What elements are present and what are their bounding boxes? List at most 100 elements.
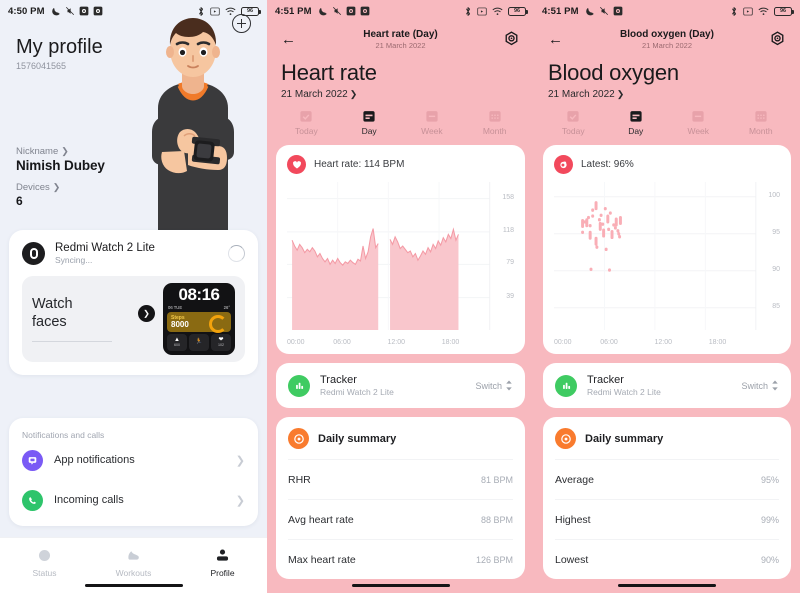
nickname-block[interactable]: Nickname ❯ Nimish Dubey (16, 146, 105, 173)
table-row: Highest 99% (555, 499, 779, 539)
app-icon (79, 6, 89, 16)
segment-month[interactable]: Month (463, 109, 526, 136)
summary-value: 99% (760, 514, 779, 525)
table-row: Average 95% (555, 459, 779, 499)
switch-tracker-button[interactable]: Switch (475, 380, 513, 391)
chevron-updown-icon (506, 380, 512, 391)
tab-workouts[interactable]: Workouts (89, 547, 178, 584)
chevron-right-icon: ❯ (235, 494, 245, 507)
back-arrow-icon[interactable]: ← (281, 32, 296, 47)
chevron-right-icon[interactable]: ❯ (138, 304, 155, 322)
tab-status[interactable]: Status (0, 547, 89, 584)
watch-preview-calories-value: 600 (174, 343, 180, 348)
tracker-title: Tracker (320, 374, 357, 386)
tab-workouts-label: Workouts (115, 568, 152, 578)
sim-icon (743, 7, 753, 16)
heart-icon (287, 155, 306, 174)
watch-faces-card[interactable]: Watch faces ❯ 08:16 06 TUE 26° Steps 800… (22, 276, 245, 362)
list-item[interactable]: Incoming calls ❯ (22, 480, 245, 520)
heart-rate-chart[interactable]: 39 79 118 158 00:00 06:00 12:00 18:00 (287, 182, 514, 346)
watch-faces-title-1: Watch (32, 296, 73, 313)
moon-icon (51, 6, 61, 16)
page-title: Blood oxygen (548, 60, 679, 85)
chevron-right-icon: ❯ (235, 454, 245, 467)
segment-today[interactable]: Today (275, 109, 338, 136)
y-axis-tick: 79 (506, 259, 514, 267)
gear-icon[interactable] (769, 30, 786, 48)
status-bar-left: 4:51 PM (275, 6, 370, 17)
battery-indicator: 96 (508, 6, 528, 16)
back-arrow-icon[interactable]: ← (548, 32, 563, 47)
gear-icon[interactable] (503, 30, 520, 48)
profile-meta: Nickname ❯ Nimish Dubey Devices ❯ 6 (16, 146, 105, 217)
device-status: Syncing... (55, 255, 93, 265)
tab-status-label: Status (32, 568, 57, 578)
tracker-text: Tracker Redmi Watch 2 Lite (320, 374, 394, 397)
device-row[interactable]: Redmi Watch 2 Lite Syncing... (22, 242, 245, 265)
list-item[interactable]: App notifications ❯ (22, 440, 245, 480)
daily-summary-card: Daily summary Average 95% Highest 99% Lo… (543, 417, 791, 579)
watch-preview-date: 06 TUE (168, 305, 183, 311)
chevron-right-icon: ❯ (52, 182, 61, 192)
tracker-text: Tracker Redmi Watch 2 Lite (587, 374, 661, 397)
mute-icon (599, 6, 609, 16)
date-selector[interactable]: 21 March 2022 ❯ (267, 86, 534, 100)
watch-preview-steps-value: 8000 (171, 320, 189, 330)
status-bar-right: 96 (730, 6, 794, 17)
segment-day[interactable]: Day (605, 109, 668, 136)
segment-week-label: Week (687, 126, 710, 136)
table-row: Max heart rate 126 BPM (288, 539, 513, 579)
chevron-right-icon: ❯ (61, 146, 69, 156)
table-row: Avg heart rate 88 BPM (288, 499, 513, 539)
tab-profile[interactable]: Profile (178, 547, 267, 584)
tracker-title: Tracker (587, 374, 624, 386)
devices-label-text: Devices (16, 182, 50, 193)
summary-header: Daily summary (288, 428, 513, 459)
segment-week[interactable]: Week (401, 109, 464, 136)
watch-faces-title-2: faces (32, 313, 67, 330)
profile-panel: 4:50 PM 96 My profile 1576041565 Nicknam… (0, 0, 267, 593)
segment-week[interactable]: Week (667, 109, 730, 136)
chat-bubble-icon (22, 449, 43, 471)
tracker-card[interactable]: Tracker Redmi Watch 2 Lite Switch (276, 363, 525, 408)
add-icon[interactable] (232, 14, 251, 33)
summary-key: Average (555, 473, 594, 486)
date-selector[interactable]: 21 March 2022 ❯ (534, 86, 800, 100)
sim-icon (477, 7, 487, 16)
segment-month[interactable]: Month (730, 109, 793, 136)
chevron-updown-icon (772, 380, 778, 391)
spinner-icon (228, 245, 245, 262)
status-bar: 4:51 PM 96 (267, 0, 534, 22)
switch-tracker-button[interactable]: Switch (741, 380, 779, 391)
watch-preview-temp: 26° (223, 305, 230, 311)
segment-day[interactable]: Day (338, 109, 401, 136)
devices-block[interactable]: Devices ❯ 6 (16, 182, 105, 208)
x-axis-tick: 18:00 (708, 339, 727, 346)
watch-face-preview: 08:16 06 TUE 26° Steps 8000 ▲ 600 🏃 ❤ 10… (163, 283, 235, 355)
y-axis-tick: 95 (772, 228, 780, 236)
watch-preview-run: 🏃 (189, 334, 209, 351)
tracker-card[interactable]: Tracker Redmi Watch 2 Lite Switch (543, 363, 791, 408)
x-axis-tick: 12:00 (654, 339, 673, 346)
shoe-icon (128, 551, 139, 560)
summary-key: Avg heart rate (288, 513, 354, 526)
divider (32, 340, 112, 342)
status-time: 4:50 PM (8, 5, 45, 17)
page-title: Heart rate (281, 60, 377, 85)
segment-month-label: Month (482, 126, 507, 136)
summary-key: Highest (555, 513, 591, 526)
switch-label: Switch (475, 380, 502, 391)
bluetooth-icon (730, 6, 738, 17)
bluetooth-icon (197, 6, 205, 17)
calendar-month-icon (489, 111, 501, 122)
summary-title: Daily summary (318, 432, 397, 445)
watch-preview-sub: 06 TUE 26° (167, 305, 231, 310)
nav-title-group: Heart rate (Day) 21 March 2022 (267, 29, 534, 50)
blood-oxygen-chart[interactable]: 85 90 95 100 00:00 06:00 12:00 18:00 (554, 182, 780, 346)
y-axis-tick: 39 (506, 292, 514, 300)
list-item-label: App notifications (54, 454, 135, 466)
home-indicator (618, 583, 716, 587)
watch-preview-calories: ▲ 600 (167, 334, 187, 351)
segment-today[interactable]: Today (542, 109, 605, 136)
chart-header-text: Heart rate: 114 BPM (314, 159, 405, 170)
